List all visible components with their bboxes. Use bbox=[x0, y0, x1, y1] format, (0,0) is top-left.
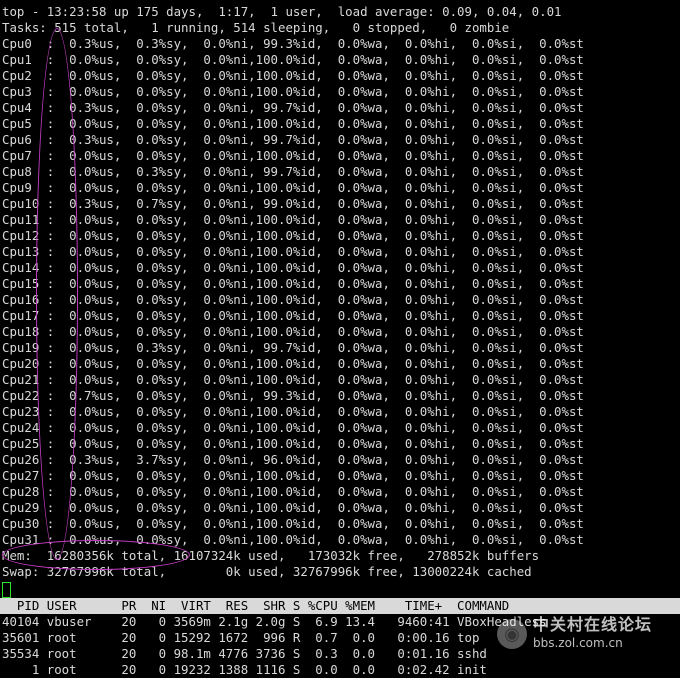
cpu-line: Cpu24 : 0.0%us, 0.0%sy, 0.0%ni,100.0%id,… bbox=[2, 420, 584, 435]
cpu-line: Cpu17 : 0.0%us, 0.0%sy, 0.0%ni,100.0%id,… bbox=[2, 308, 584, 323]
cpu-line: Cpu7 : 0.0%us, 0.0%sy, 0.0%ni,100.0%id, … bbox=[2, 148, 584, 163]
mem-line: Mem: 16280356k total, 16107324k used, 17… bbox=[2, 548, 540, 563]
cpu-line: Cpu8 : 0.0%us, 0.3%sy, 0.0%ni, 99.7%id, … bbox=[2, 164, 584, 179]
cpu-line: Cpu4 : 0.3%us, 0.0%sy, 0.0%ni, 99.7%id, … bbox=[2, 100, 584, 115]
cpu-line: Cpu11 : 0.0%us, 0.0%sy, 0.0%ni,100.0%id,… bbox=[2, 212, 584, 227]
cpu-line: Cpu12 : 0.0%us, 0.0%sy, 0.0%ni,100.0%id,… bbox=[2, 228, 584, 243]
cpu-line: Cpu13 : 0.0%us, 0.0%sy, 0.0%ni,100.0%id,… bbox=[2, 244, 584, 259]
uptime-line: top - 13:23:58 up 175 days, 1:17, 1 user… bbox=[2, 4, 562, 19]
cpu-line: Cpu29 : 0.0%us, 0.0%sy, 0.0%ni,100.0%id,… bbox=[2, 500, 584, 515]
cpu-line: Cpu15 : 0.0%us, 0.0%sy, 0.0%ni,100.0%id,… bbox=[2, 276, 584, 291]
cpu-line: Cpu20 : 0.0%us, 0.0%sy, 0.0%ni,100.0%id,… bbox=[2, 356, 584, 371]
cpu-line: Cpu30 : 0.0%us, 0.0%sy, 0.0%ni,100.0%id,… bbox=[2, 516, 584, 531]
process-row: 40104 vbuser 20 0 3569m 2.1g 2.0g S 6.9 … bbox=[2, 614, 547, 629]
watermark-url: bbs.zol.com.cn bbox=[532, 636, 623, 650]
cpu-line: Cpu31 : 0.0%us, 0.0%sy, 0.0%ni,100.0%id,… bbox=[2, 532, 584, 547]
cpu-line: Cpu10 : 0.3%us, 0.7%sy, 0.0%ni, 99.0%id,… bbox=[2, 196, 584, 211]
cpu-line: Cpu23 : 0.0%us, 0.0%sy, 0.0%ni,100.0%id,… bbox=[2, 404, 584, 419]
cpu-line: Cpu3 : 0.0%us, 0.0%sy, 0.0%ni,100.0%id, … bbox=[2, 84, 584, 99]
cpu-line: Cpu22 : 0.7%us, 0.0%sy, 0.0%ni, 99.3%id,… bbox=[2, 388, 584, 403]
process-header-text: PID USER PR NI VIRT RES SHR S %CPU %MEM … bbox=[2, 598, 510, 613]
process-row: 35534 root 20 0 98.1m 4776 3736 S 0.3 0.… bbox=[2, 646, 487, 661]
cpu-line: Cpu27 : 0.0%us, 0.0%sy, 0.0%ni,100.0%id,… bbox=[2, 468, 584, 483]
process-row: 35601 root 20 0 15292 1672 996 R 0.7 0.0… bbox=[2, 630, 480, 645]
cpu-line: Cpu25 : 0.0%us, 0.0%sy, 0.0%ni,100.0%id,… bbox=[2, 436, 584, 451]
watermark-title: 中关村在线论坛 bbox=[532, 615, 652, 634]
cpu-line: Cpu2 : 0.0%us, 0.0%sy, 0.0%ni,100.0%id, … bbox=[2, 68, 584, 83]
cpu-line: Cpu5 : 0.0%us, 0.0%sy, 0.0%ni,100.0%id, … bbox=[2, 116, 584, 131]
cpu-line: Cpu19 : 0.0%us, 0.3%sy, 0.0%ni, 99.7%id,… bbox=[2, 340, 584, 355]
cpu-line: Cpu28 : 0.0%us, 0.0%sy, 0.0%ni,100.0%id,… bbox=[2, 484, 584, 499]
process-table-header: PID USER PR NI VIRT RES SHR S %CPU %MEM … bbox=[0, 598, 680, 614]
cpu-line: Cpu6 : 0.3%us, 0.0%sy, 0.0%ni, 99.7%id, … bbox=[2, 132, 584, 147]
cpu-line: Cpu14 : 0.0%us, 0.0%sy, 0.0%ni,100.0%id,… bbox=[2, 260, 584, 275]
watermark-logo-icon: ◉ bbox=[496, 619, 527, 649]
cpu-line: Cpu18 : 0.0%us, 0.0%sy, 0.0%ni,100.0%id,… bbox=[2, 324, 584, 339]
watermark: ◉ 中关村在线论坛 bbs.zol.com.cn bbox=[496, 614, 652, 654]
cpu-line: Cpu0 : 0.3%us, 0.3%sy, 0.0%ni, 99.3%id, … bbox=[2, 36, 584, 51]
cpu-line: Cpu21 : 0.0%us, 0.0%sy, 0.0%ni,100.0%id,… bbox=[2, 372, 584, 387]
cpu-line: Cpu16 : 0.0%us, 0.0%sy, 0.0%ni,100.0%id,… bbox=[2, 292, 584, 307]
cpu-line: Cpu1 : 0.0%us, 0.0%sy, 0.0%ni,100.0%id, … bbox=[2, 52, 584, 67]
tasks-line: Tasks: 515 total, 1 running, 514 sleepin… bbox=[2, 20, 510, 35]
terminal-window[interactable]: top - 13:23:58 up 175 days, 1:17, 1 user… bbox=[0, 0, 680, 677]
swap-line: Swap: 32767996k total, 0k used, 32767996… bbox=[2, 564, 532, 579]
cpu-line: Cpu9 : 0.0%us, 0.0%sy, 0.0%ni,100.0%id, … bbox=[2, 180, 584, 195]
terminal-cursor[interactable] bbox=[2, 582, 11, 598]
cpu-line: Cpu26 : 0.3%us, 3.7%sy, 0.0%ni, 96.0%id,… bbox=[2, 452, 584, 467]
